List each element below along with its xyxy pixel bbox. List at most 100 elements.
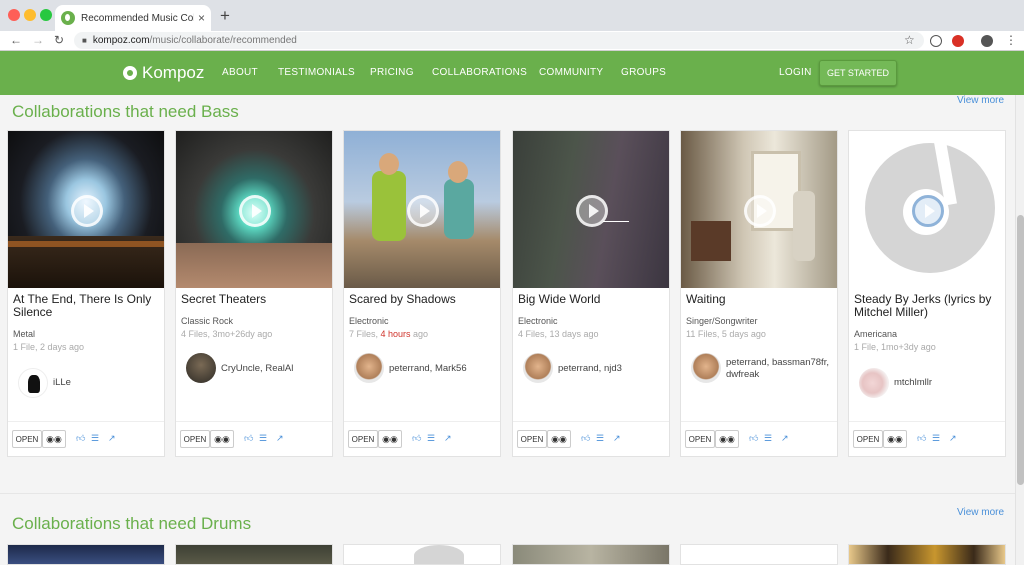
get-started-button[interactable]: GET STARTED xyxy=(819,60,897,86)
thumbs-up-icon[interactable]: 👍︎ xyxy=(244,433,253,444)
collab-card[interactable]: Steady By Jerks (lyrics by Mitchel Mille… xyxy=(848,130,1006,457)
cover-image[interactable] xyxy=(681,131,837,288)
collab-card-cover[interactable] xyxy=(512,544,670,565)
nav-community[interactable]: COMMUNITY xyxy=(539,67,603,78)
open-button[interactable]: OPEN xyxy=(12,430,42,448)
play-button-icon[interactable] xyxy=(407,195,439,227)
extension-red-icon[interactable] xyxy=(952,35,964,47)
extension-info-icon[interactable] xyxy=(930,35,942,47)
avatar[interactable] xyxy=(18,368,48,398)
forward-button[interactable]: → xyxy=(32,33,44,47)
open-button[interactable]: OPEN xyxy=(685,430,715,448)
open-button[interactable]: OPEN xyxy=(348,430,378,448)
card-title[interactable]: Scared by Shadows xyxy=(349,293,497,306)
external-link-icon[interactable]: ↗ xyxy=(108,433,116,444)
cover-image[interactable] xyxy=(344,131,500,288)
view-more-drums-link[interactable]: View more xyxy=(957,507,1004,518)
close-tab-icon[interactable]: × xyxy=(198,11,205,25)
collab-card-cover[interactable] xyxy=(343,544,501,565)
card-title[interactable]: Waiting xyxy=(686,293,834,306)
list-icon[interactable]: ☰ xyxy=(259,433,267,444)
play-button-icon[interactable] xyxy=(744,195,776,227)
binoculars-icon[interactable]: ◉◉ xyxy=(378,430,402,448)
collab-card-cover[interactable] xyxy=(848,544,1006,565)
card-title[interactable]: At The End, There Is Only Silence xyxy=(13,293,161,319)
external-link-icon[interactable]: ↗ xyxy=(444,433,452,444)
binoculars-icon[interactable]: ◉◉ xyxy=(715,430,739,448)
avatar[interactable] xyxy=(859,368,889,398)
binoculars-icon[interactable]: ◉◉ xyxy=(210,430,234,448)
collab-card-cover[interactable] xyxy=(680,544,838,565)
list-icon[interactable]: ☰ xyxy=(596,433,604,444)
play-button-icon[interactable] xyxy=(912,195,944,227)
list-icon[interactable]: ☰ xyxy=(932,433,940,444)
collab-card-cover[interactable] xyxy=(7,544,165,565)
play-button-icon[interactable] xyxy=(71,195,103,227)
thumbs-up-icon[interactable]: 👍︎ xyxy=(749,433,758,444)
external-link-icon[interactable]: ↗ xyxy=(949,433,957,444)
card-members[interactable]: iLLe xyxy=(53,377,163,389)
nav-collaborations[interactable]: COLLABORATIONS xyxy=(432,67,527,78)
list-icon[interactable]: ☰ xyxy=(427,433,435,444)
kompoz-logo[interactable]: Kompoz xyxy=(123,63,204,83)
avatar[interactable] xyxy=(523,353,553,383)
back-button[interactable]: ← xyxy=(10,33,22,47)
play-button-icon[interactable] xyxy=(239,195,271,227)
reload-button[interactable]: ↻ xyxy=(54,33,64,47)
new-tab-button[interactable]: + xyxy=(220,6,230,26)
thumbs-up-icon[interactable]: 👍︎ xyxy=(76,433,85,444)
cover-image[interactable] xyxy=(513,131,669,288)
nav-testimonials[interactable]: TESTIMONIALS xyxy=(278,67,355,78)
cover-image[interactable] xyxy=(176,131,332,288)
external-link-icon[interactable]: ↗ xyxy=(781,433,789,444)
view-more-bass-link[interactable]: View more xyxy=(957,95,1004,106)
collab-card[interactable]: Secret Theaters Classic Rock 4 Files, 3m… xyxy=(175,130,333,457)
cover-image[interactable] xyxy=(8,131,164,288)
address-bar[interactable]: ■ kompoz.com/music/collaborate/recommend… xyxy=(74,32,924,49)
collab-card[interactable]: At The End, There Is Only Silence Metal … xyxy=(7,130,165,457)
collab-card[interactable]: Scared by Shadows Electronic 7 Files, 4 … xyxy=(343,130,501,457)
thumbs-up-icon[interactable]: 👍︎ xyxy=(917,433,926,444)
scrollbar-thumb[interactable] xyxy=(1017,215,1024,485)
browser-tab[interactable]: Recommended Music Collabora × xyxy=(55,5,211,31)
nav-groups[interactable]: GROUPS xyxy=(621,67,666,78)
list-icon[interactable]: ☰ xyxy=(764,433,772,444)
card-title[interactable]: Secret Theaters xyxy=(181,293,329,306)
card-members[interactable]: peterrand, njd3 xyxy=(558,363,668,375)
nav-pricing[interactable]: PRICING xyxy=(370,67,414,78)
page-scrollbar[interactable] xyxy=(1015,95,1024,565)
bookmark-star-icon[interactable]: ☆ xyxy=(904,33,915,47)
avatar[interactable] xyxy=(691,353,721,383)
external-link-icon[interactable]: ↗ xyxy=(613,433,621,444)
avatar[interactable] xyxy=(186,353,216,383)
open-button[interactable]: OPEN xyxy=(517,430,547,448)
open-button[interactable]: OPEN xyxy=(853,430,883,448)
open-button[interactable]: OPEN xyxy=(180,430,210,448)
thumbs-up-icon[interactable]: 👍︎ xyxy=(581,433,590,444)
binoculars-icon[interactable]: ◉◉ xyxy=(883,430,907,448)
nav-about[interactable]: ABOUT xyxy=(222,67,258,78)
card-members[interactable]: peterrand, bassman78fr, dwfreak xyxy=(726,357,836,381)
binoculars-icon[interactable]: ◉◉ xyxy=(42,430,66,448)
play-button-icon[interactable] xyxy=(576,195,608,227)
browser-menu-icon[interactable]: ⋮ xyxy=(1005,33,1017,47)
cover-image[interactable] xyxy=(849,131,1005,288)
avatar[interactable] xyxy=(354,353,384,383)
collab-card[interactable]: Big Wide World Electronic 4 Files, 13 da… xyxy=(512,130,670,457)
collab-card[interactable]: Waiting Singer/Songwriter 11 Files, 5 da… xyxy=(680,130,838,457)
nav-login[interactable]: LOGIN xyxy=(779,67,812,78)
card-title[interactable]: Big Wide World xyxy=(518,293,666,306)
card-members[interactable]: mtchlmllr xyxy=(894,377,1004,389)
close-window-button[interactable] xyxy=(8,9,20,21)
external-link-icon[interactable]: ↗ xyxy=(276,433,284,444)
card-members[interactable]: CryUncle, RealAl xyxy=(221,363,331,375)
profile-avatar-icon[interactable] xyxy=(981,35,993,47)
collab-card-cover[interactable] xyxy=(175,544,333,565)
list-icon[interactable]: ☰ xyxy=(91,433,99,444)
thumbs-up-icon[interactable]: 👍︎ xyxy=(412,433,421,444)
minimize-window-button[interactable] xyxy=(24,9,36,21)
maximize-window-button[interactable] xyxy=(40,9,52,21)
card-title[interactable]: Steady By Jerks (lyrics by Mitchel Mille… xyxy=(854,293,1002,319)
card-members[interactable]: peterrand, Mark56 xyxy=(389,363,499,375)
binoculars-icon[interactable]: ◉◉ xyxy=(547,430,571,448)
